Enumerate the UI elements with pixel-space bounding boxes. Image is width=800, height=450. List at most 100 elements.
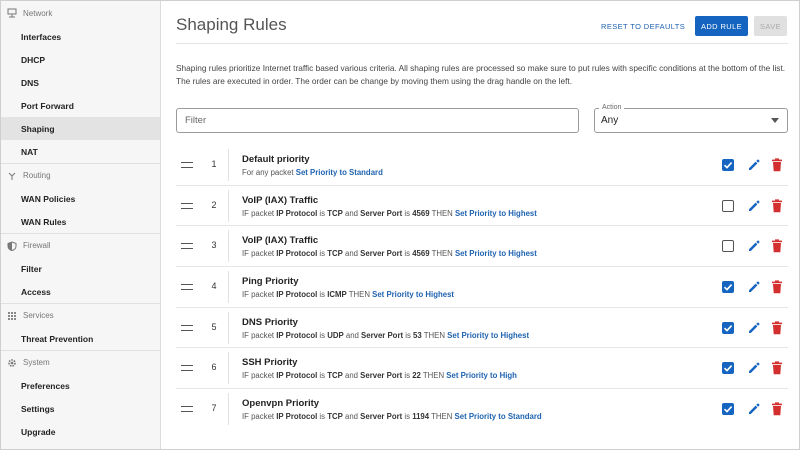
delete-icon[interactable] <box>771 158 783 172</box>
rule-action: Set Priority to Standard <box>295 168 383 177</box>
edit-icon[interactable] <box>747 280 761 294</box>
sidebar-item-wan-policies[interactable]: WAN Policies <box>1 187 160 210</box>
rule-description: For any packet Set Priority to Standard <box>242 168 383 177</box>
edit-icon[interactable] <box>747 239 761 253</box>
rule-enabled-checkbox[interactable] <box>722 199 734 212</box>
sidebar-item-upgrade[interactable]: Upgrade <box>1 420 160 443</box>
sidebar: Network Interfaces DHCP DNS Port Forward Shap… <box>1 1 161 449</box>
sidebar-item-port-forward[interactable]: Port Forward <box>1 94 160 117</box>
rule-condition-value: IP Protocol <box>276 290 318 300</box>
drag-handle-icon[interactable] <box>181 202 193 209</box>
rule-row: 4 Ping Priority IF packet IP Protocol is I… <box>176 267 788 308</box>
drag-handle-icon[interactable] <box>181 365 193 372</box>
rule-text: THEN <box>429 412 455 422</box>
rule-condition-value: IP Protocol <box>276 208 318 218</box>
rule-enabled-checkbox[interactable] <box>722 159 734 171</box>
sidebar-item-preferences[interactable]: Preferences <box>1 374 160 397</box>
rule-enabled-checkbox[interactable] <box>722 403 734 416</box>
rule-name: DNS Priority <box>242 316 298 328</box>
edit-icon[interactable] <box>747 361 761 375</box>
rule-text: is <box>403 330 414 340</box>
delete-icon[interactable] <box>771 402 783 416</box>
sidebar-item-dns[interactable]: DNS <box>1 71 160 94</box>
rule-name: VoIP (IAX) Traffic <box>242 194 319 206</box>
sidebar-item-dhcp[interactable]: DHCP <box>1 48 160 71</box>
sidebar-item-wan-rules[interactable]: WAN Rules <box>1 210 160 233</box>
rule-text: IF packet <box>242 249 277 259</box>
rule-number: 4 <box>211 281 217 292</box>
rule-condition-value: 22 <box>412 371 421 381</box>
rule-enabled-checkbox[interactable] <box>722 321 734 334</box>
rule-condition-value: Server Port <box>361 330 404 340</box>
rule-text: and <box>342 412 361 422</box>
delete-icon[interactable] <box>771 280 783 294</box>
sidebar-item-filter[interactable]: Filter <box>1 257 160 280</box>
rule-text: THEN <box>429 249 455 259</box>
add-rule-button[interactable]: ADD RULE <box>695 16 748 36</box>
rule-text: IF packet <box>242 330 277 340</box>
rule-condition-value: 4569 <box>412 208 430 218</box>
reset-to-defaults-button[interactable]: RESET TO DEFAULTS <box>601 17 685 36</box>
gear-icon <box>7 358 17 368</box>
delete-icon[interactable] <box>771 321 783 335</box>
rule-row: 5 DNS Priority IF packet IP Protocol is UD… <box>176 308 788 349</box>
rule-enabled-checkbox[interactable] <box>722 281 734 294</box>
rule-text: and <box>342 371 361 381</box>
rule-description: IF packet IP Protocol is TCP and Server … <box>242 371 517 380</box>
sidebar-item-settings[interactable]: Settings <box>1 397 160 420</box>
rule-row: 1 Default priority For any packet Set Prio… <box>176 145 788 186</box>
rule-name: Ping Priority <box>242 276 299 288</box>
page-title: Shaping Rules <box>176 15 287 34</box>
rule-text: is <box>317 330 328 340</box>
sidebar-item-shaping[interactable]: Shaping <box>1 117 160 140</box>
rule-condition-value: IP Protocol <box>276 371 318 381</box>
edit-icon[interactable] <box>747 158 761 172</box>
delete-icon[interactable] <box>771 239 783 253</box>
rule-condition-value: IP Protocol <box>276 330 318 340</box>
grid-icon <box>7 311 17 321</box>
delete-icon[interactable] <box>771 361 783 375</box>
routing-icon <box>7 171 17 181</box>
rule-name: Default priority <box>242 154 310 165</box>
app-window: Network Interfaces DHCP DNS Port Forward Shap… <box>0 0 800 450</box>
rule-divider <box>228 311 229 344</box>
sidebar-section-network: Network <box>1 1 160 25</box>
rule-condition-value: TCP <box>327 371 343 381</box>
rule-divider <box>228 352 229 385</box>
sidebar-item-threat-prevention[interactable]: Threat Prevention <box>1 327 160 350</box>
drag-handle-icon[interactable] <box>181 406 193 413</box>
rule-text: is <box>317 290 328 300</box>
rule-condition-value: IP Protocol <box>276 412 318 422</box>
rule-row: 6 SSH Priority IF packet IP Protocol is TC… <box>176 348 788 390</box>
sidebar-item-interfaces[interactable]: Interfaces <box>1 25 160 48</box>
action-select[interactable]: Any <box>594 108 788 133</box>
rule-name: SSH Priority <box>242 357 298 369</box>
drag-handle-icon[interactable] <box>181 243 193 250</box>
sidebar-section-firewall: Firewall <box>1 233 160 257</box>
rule-action: Set Priority to High <box>446 371 517 381</box>
drag-handle-icon[interactable] <box>181 324 193 331</box>
drag-handle-icon[interactable] <box>181 162 193 168</box>
sidebar-item-access[interactable]: Access <box>1 280 160 303</box>
rule-text: IF packet <box>242 290 277 300</box>
rule-description: IF packet IP Protocol is TCP and Server … <box>242 249 537 258</box>
rule-text: is <box>317 371 328 381</box>
sidebar-item-nat[interactable]: NAT <box>1 140 160 163</box>
delete-icon[interactable] <box>771 199 783 213</box>
drag-handle-icon[interactable] <box>181 284 193 291</box>
rule-divider <box>228 271 229 304</box>
rule-text: THEN <box>421 330 448 340</box>
filter-input[interactable]: Filter <box>176 108 579 133</box>
rule-enabled-checkbox[interactable] <box>722 362 734 375</box>
main-panel: Shaping Rules RESET TO DEFAULTS ADD RULE… <box>161 1 799 449</box>
save-button[interactable]: SAVE <box>754 16 787 36</box>
rule-enabled-checkbox[interactable] <box>722 240 734 253</box>
rule-condition-value: 1194 <box>412 412 430 422</box>
rule-condition-value: IP Protocol <box>276 249 318 259</box>
edit-icon[interactable] <box>747 402 761 416</box>
sidebar-item-logout[interactable]: Logout <box>1 443 160 449</box>
rule-text: and <box>342 249 361 259</box>
edit-icon[interactable] <box>747 321 761 335</box>
edit-icon[interactable] <box>747 199 761 213</box>
header-divider <box>176 43 788 44</box>
